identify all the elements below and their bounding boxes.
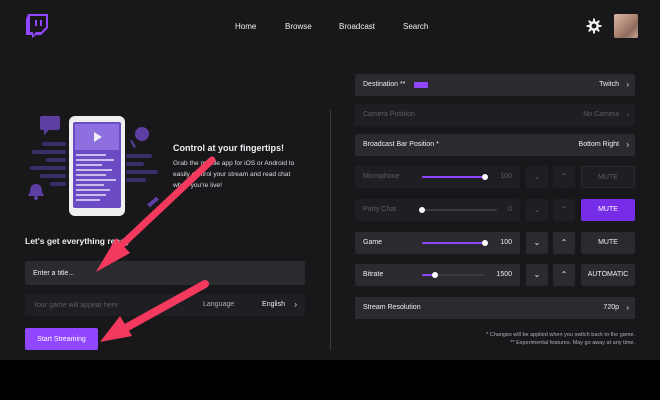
party-chat-mute-button[interactable]: MUTE: [581, 199, 635, 221]
broadcast-screen: Home Browse Broadcast Search Control at …: [0, 0, 660, 360]
footnote-changes: * Changes will be applied when you switc…: [486, 332, 635, 338]
broadcast-bar-position-label: Broadcast Bar Position *: [363, 141, 439, 148]
camera-position-row: Camera Position No Camera ›: [355, 104, 635, 126]
bitrate-slider-knob[interactable]: [431, 272, 438, 278]
party-chat-down-chevron-icon[interactable]: ⌄: [526, 199, 548, 221]
letterbox-bar: [0, 360, 660, 400]
chevron-right-icon: ›: [626, 80, 629, 89]
bitrate-label: Bitrate: [363, 271, 384, 278]
hero-body-line: when you're live!: [173, 182, 222, 189]
game-input[interactable]: [25, 294, 185, 316]
destination-row[interactable]: Destination ** Twitch ›: [355, 74, 635, 96]
game-volume-down-chevron-icon[interactable]: ⌄: [526, 232, 548, 254]
stream-resolution-row[interactable]: Stream Resolution 720p ›: [355, 297, 635, 319]
broadcast-bar-position-row[interactable]: Broadcast Bar Position * Bottom Right ›: [355, 134, 635, 156]
bitrate-row: Bitrate 1500: [355, 264, 520, 286]
game-volume-slider-fill: [422, 242, 485, 244]
bitrate-down-chevron-icon[interactable]: ⌄: [526, 264, 548, 286]
party-chat-value: 0: [508, 206, 512, 213]
bitrate-automatic-button[interactable]: AUTOMATIC: [581, 264, 635, 286]
microphone-slider-fill: [422, 176, 485, 178]
hero-body-line: easily control your stream and read chat: [173, 171, 291, 178]
stream-resolution-label: Stream Resolution: [363, 304, 421, 311]
mobile-app-illustration: [28, 116, 159, 216]
game-volume-value: 100: [500, 239, 512, 246]
hero-body: Grab the mobile app for iOS or Android t…: [173, 158, 305, 191]
footnote-experimental: ** Experimental features. May go away at…: [510, 340, 635, 346]
top-navigation: Home Browse Broadcast Search: [0, 0, 660, 54]
nav-broadcast[interactable]: Broadcast: [339, 22, 375, 31]
nav-home[interactable]: Home: [235, 22, 256, 31]
start-streaming-button[interactable]: Start Streaming: [25, 328, 98, 350]
language-label: Language: [203, 301, 235, 308]
broadcast-bar-position-value: Bottom Right: [578, 141, 619, 148]
party-chat-up-chevron-icon[interactable]: ⌃: [553, 199, 575, 221]
destination-value: Twitch: [599, 81, 619, 88]
nav-search[interactable]: Search: [403, 22, 428, 31]
chevron-right-icon: ›: [626, 140, 629, 149]
gear-icon[interactable]: [586, 18, 602, 34]
microphone-label: Microphone: [363, 173, 400, 180]
game-language-row: Language English ›: [25, 294, 305, 316]
camera-position-label: Camera Position: [363, 111, 415, 118]
microphone-slider[interactable]: [422, 174, 488, 180]
microphone-value: 100: [500, 173, 512, 180]
column-divider: [330, 110, 331, 350]
chevron-right-icon: ›: [294, 300, 297, 309]
stream-resolution-value: 720p: [603, 304, 619, 311]
game-volume-slider[interactable]: [422, 240, 488, 246]
camera-position-value: No Camera: [583, 111, 619, 118]
nav-browse[interactable]: Browse: [285, 22, 312, 31]
twitch-logo-icon[interactable]: [26, 14, 48, 38]
microphone-slider-knob[interactable]: [482, 174, 488, 180]
beta-badge-icon: [414, 82, 428, 88]
game-mute-button[interactable]: MUTE: [581, 232, 635, 254]
party-chat-row: Party Chat 0: [355, 199, 520, 221]
user-avatar[interactable]: [614, 14, 638, 38]
hero-title: Control at your fingertips!: [173, 143, 284, 153]
setup-heading: Let's get everything ready: [25, 236, 131, 246]
microphone-up-chevron-icon[interactable]: ⌃: [553, 166, 575, 188]
microphone-row: Microphone 100: [355, 166, 520, 188]
game-volume-slider-knob[interactable]: [482, 240, 488, 246]
game-volume-up-chevron-icon[interactable]: ⌃: [553, 232, 575, 254]
bitrate-up-chevron-icon[interactable]: ⌃: [553, 264, 575, 286]
language-select[interactable]: English: [262, 301, 285, 308]
game-volume-label: Game: [363, 239, 383, 246]
party-chat-label: Party Chat: [363, 206, 397, 213]
party-chat-slider[interactable]: [419, 207, 497, 213]
microphone-down-chevron-icon[interactable]: ⌄: [526, 166, 548, 188]
party-chat-slider-knob[interactable]: [419, 207, 425, 213]
chevron-right-icon: ›: [626, 110, 629, 119]
destination-label: Destination **: [363, 81, 406, 88]
hero-body-line: Grab the mobile app for iOS or Android t…: [173, 160, 295, 167]
bitrate-value: 1500: [496, 271, 512, 278]
game-volume-row: Game 100: [355, 232, 520, 254]
chevron-right-icon: ›: [626, 303, 629, 312]
stream-title-input[interactable]: [25, 261, 305, 285]
microphone-mute-button[interactable]: MUTE: [581, 166, 635, 188]
bitrate-slider[interactable]: [422, 272, 485, 278]
